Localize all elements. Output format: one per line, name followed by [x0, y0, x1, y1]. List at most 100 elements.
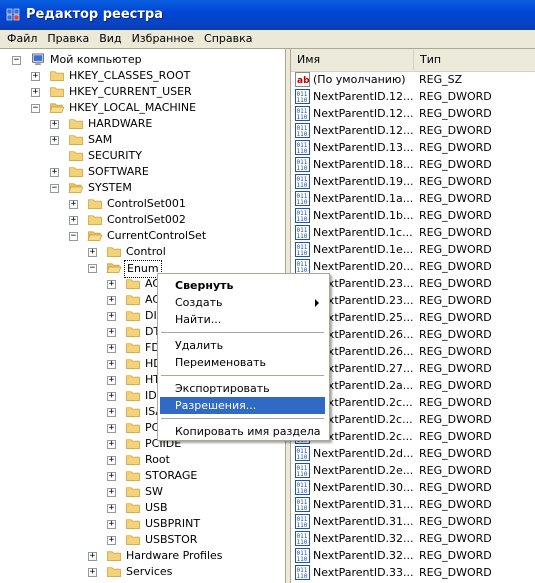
tree-node-label[interactable]: HARDWARE — [86, 116, 154, 132]
context-menu-item[interactable]: Экспортировать — [160, 380, 325, 397]
tree-node[interactable]: + HKEY_CURRENT_USER — [0, 84, 285, 100]
expand-icon[interactable]: + — [88, 552, 97, 561]
expand-icon[interactable]: + — [107, 312, 116, 321]
collapse-icon[interactable]: − — [88, 264, 97, 273]
expand-icon[interactable]: + — [107, 280, 116, 289]
tree-node-label[interactable]: Control — [124, 244, 168, 260]
expand-icon[interactable]: + — [107, 440, 116, 449]
tree-node-label[interactable]: Hardware Profiles — [124, 548, 225, 564]
tree-node[interactable]: − CurrentControlSet — [0, 228, 285, 244]
expand-icon[interactable]: + — [88, 568, 97, 577]
expand-icon[interactable]: + — [107, 488, 116, 497]
expand-icon[interactable]: + — [107, 456, 116, 465]
tree-node[interactable]: − HKEY_LOCAL_MACHINE — [0, 100, 285, 116]
collapse-icon[interactable]: − — [31, 104, 40, 113]
tree-node-label[interactable]: ControlSet001 — [105, 196, 188, 212]
tree-node-label[interactable]: SAM — [86, 132, 114, 148]
value-row[interactable]: 011 110 NextParentID.32... REG_DWORD — [295, 547, 535, 564]
expand-icon[interactable]: + — [50, 168, 59, 177]
tree-node-label[interactable]: USBPRINT — [143, 516, 202, 532]
menu-favorites[interactable]: Избранное — [127, 30, 199, 47]
tree-node-label[interactable]: ControlSet002 — [105, 212, 188, 228]
tree-node[interactable]: + Root — [0, 452, 285, 468]
value-row[interactable]: 011 110 NextParentID.2d... REG_DWORD — [295, 445, 535, 462]
value-row[interactable]: 011 110 NextParentID.12... REG_DWORD — [295, 122, 535, 139]
value-row[interactable]: 011 110 NextParentID.31... REG_DWORD — [295, 513, 535, 530]
value-row[interactable]: 011110NextParentID.27...REG_DWORD — [295, 360, 535, 377]
collapse-icon[interactable]: − — [50, 184, 59, 193]
tree-node-label[interactable]: Services — [124, 564, 174, 580]
menu-help[interactable]: Справка — [199, 30, 257, 47]
tree-node[interactable]: + Control — [0, 244, 285, 260]
tree-node[interactable]: + USBPRINT — [0, 516, 285, 532]
title-bar[interactable]: Редактор реестра — [0, 0, 535, 30]
expand-icon[interactable]: + — [107, 376, 116, 385]
value-row[interactable]: 011 110 NextParentID.20... REG_DWORD — [295, 258, 535, 275]
tree-node[interactable]: + HKEY_CLASSES_ROOT — [0, 68, 285, 84]
expand-icon[interactable]: + — [50, 120, 59, 129]
expand-icon[interactable]: + — [69, 200, 78, 209]
context-menu-item[interactable]: Свернуть — [160, 277, 325, 294]
menu-file[interactable]: Файл — [0, 30, 42, 47]
value-row[interactable]: 011110NextParentID.25...REG_DWORD — [295, 309, 535, 326]
value-row[interactable]: 011110NextParentID.23...REG_DWORD — [295, 292, 535, 309]
value-row[interactable]: 011 110 NextParentID.1b... REG_DWORD — [295, 207, 535, 224]
tree-node[interactable]: + ControlSet002 — [0, 212, 285, 228]
value-row[interactable]: 011 110 NextParentID.1a... REG_DWORD — [295, 190, 535, 207]
value-row[interactable]: 011 110 NextParentID.32... REG_DWORD — [295, 530, 535, 547]
tree-node-label[interactable]: STORAGE — [143, 468, 199, 484]
value-row[interactable]: 011 110 NextParentID.19... REG_DWORD — [295, 173, 535, 190]
tree-node[interactable]: + SW — [0, 484, 285, 500]
value-row[interactable]: 011 110 NextParentID.1e... REG_DWORD — [295, 241, 535, 258]
expand-icon[interactable]: + — [107, 408, 116, 417]
tree-node[interactable]: + HARDWARE — [0, 116, 285, 132]
context-menu-item[interactable]: Копировать имя раздела — [160, 423, 325, 440]
expand-icon[interactable]: + — [69, 216, 78, 225]
value-row[interactable]: 011 110 NextParentID.12... REG_DWORD — [295, 88, 535, 105]
value-row[interactable]: 011110NextParentID.26...REG_DWORD — [295, 343, 535, 360]
context-menu-item[interactable]: Найти... — [160, 311, 325, 328]
tree-node-label[interactable]: SW — [143, 484, 165, 500]
value-row[interactable]: 011 110 NextParentID.31... REG_DWORD — [295, 496, 535, 513]
expand-icon[interactable]: + — [31, 88, 40, 97]
value-row[interactable]: 011110NextParentID.23...REG_DWORD — [295, 275, 535, 292]
collapse-icon[interactable]: − — [69, 232, 78, 241]
value-row[interactable]: 011 110 NextParentID.18... REG_DWORD — [295, 156, 535, 173]
expand-icon[interactable]: + — [31, 72, 40, 81]
expand-icon[interactable]: + — [107, 344, 116, 353]
value-row[interactable]: 011110NextParentID.2c...REG_DWORD — [295, 394, 535, 411]
tree-node-label[interactable]: SYSTEM — [86, 180, 134, 196]
tree-node[interactable]: + USB — [0, 500, 285, 516]
tree-node-label[interactable]: SECURITY — [86, 148, 144, 164]
value-row[interactable]: 011 110 NextParentID.1c... REG_DWORD — [295, 224, 535, 241]
tree-node[interactable]: SECURITY — [0, 148, 285, 164]
value-row[interactable]: 011110NextParentID.2c...REG_DWORD — [295, 411, 535, 428]
context-menu-item[interactable]: Удалить — [160, 337, 325, 354]
value-row[interactable]: 011 110 NextParentID.33... REG_DWORD — [295, 564, 535, 581]
tree-node[interactable]: − Мой компьютер — [0, 52, 285, 68]
tree-node[interactable]: + USBSTOR — [0, 532, 285, 548]
expand-icon[interactable]: + — [107, 472, 116, 481]
value-row[interactable]: 011110NextParentID.2c...REG_DWORD — [295, 428, 535, 445]
collapse-icon[interactable]: − — [12, 56, 21, 65]
expand-icon[interactable]: + — [50, 136, 59, 145]
expand-icon[interactable]: + — [107, 328, 116, 337]
expand-icon[interactable]: + — [88, 248, 97, 257]
expand-icon[interactable]: + — [107, 296, 116, 305]
expand-icon[interactable]: + — [107, 424, 116, 433]
tree-node[interactable]: − SYSTEM — [0, 180, 285, 196]
tree-node[interactable]: + STORAGE — [0, 468, 285, 484]
tree-node-label[interactable]: SOFTWARE — [86, 164, 151, 180]
tree-node[interactable]: + ControlSet001 — [0, 196, 285, 212]
tree-node-label[interactable]: HKEY_LOCAL_MACHINE — [67, 100, 198, 116]
value-row[interactable]: 011 110 NextParentID.13... REG_DWORD — [295, 139, 535, 156]
expand-icon[interactable]: + — [107, 504, 116, 513]
tree-node-label[interactable]: HKEY_CURRENT_USER — [67, 84, 194, 100]
tree-node[interactable]: + SAM — [0, 132, 285, 148]
value-row[interactable]: ab (По умолчанию) REG_SZ — [295, 71, 535, 88]
column-header-type[interactable]: Тип — [414, 49, 535, 70]
expand-icon[interactable]: + — [107, 520, 116, 529]
tree-node[interactable]: + Services — [0, 564, 285, 580]
column-header-name[interactable]: Имя — [291, 49, 414, 70]
value-row[interactable]: 011 110 NextParentID.12... REG_DWORD — [295, 105, 535, 122]
